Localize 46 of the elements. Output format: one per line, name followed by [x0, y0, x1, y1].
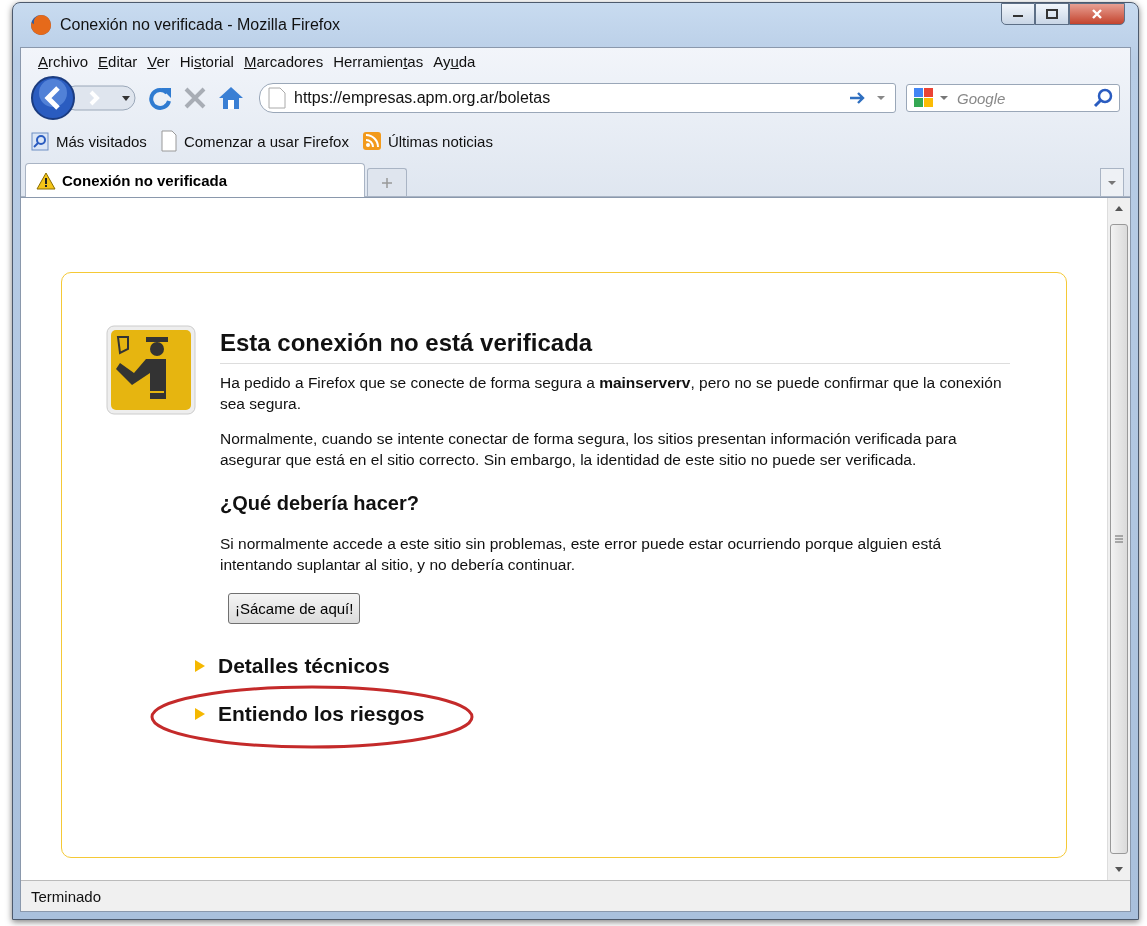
menu-item[interactable]: Historial — [174, 52, 239, 70]
paragraph: Normalmente, cuando se intente conectar de forma segura, los sitios presentan información verificada para asegurar que está en el sitio correcto. Sin embargo, la identidad de este sitio no puede ser verificada. — [220, 429, 958, 470]
bookmark-link[interactable]: Más visitados — [56, 132, 147, 150]
get-me-out-button[interactable]: ¡Sácame de aquí! — [228, 593, 361, 624]
menu-item[interactable]: Ver — [142, 52, 175, 70]
go-arrow-icon[interactable] — [849, 91, 867, 105]
minimize-button[interactable] — [1001, 3, 1035, 25]
search-page-icon — [31, 131, 49, 151]
section-heading: ¿Qué debería hacer? — [220, 492, 420, 515]
scrollbar[interactable] — [1107, 198, 1130, 880]
grip-icon — [1114, 535, 1124, 543]
maximize-button[interactable] — [1035, 3, 1069, 25]
search-icon[interactable] — [1093, 88, 1113, 108]
home-icon[interactable] — [217, 85, 245, 111]
address-field[interactable]: https://empresas.apm.org.ar/boletas — [259, 83, 896, 113]
dropdown-caret-icon — [1107, 179, 1117, 186]
search-bar[interactable]: Google — [906, 84, 1120, 112]
maximize-icon — [1046, 9, 1058, 19]
status-text: Terminado — [31, 887, 102, 905]
plus-icon — [381, 176, 393, 189]
window-title: Conexión no verificada - Mozilla Firefox — [60, 16, 342, 34]
page-icon — [268, 87, 286, 109]
scrollbar-thumb[interactable] — [1110, 224, 1128, 854]
expander-link[interactable]: Detalles técnicos — [218, 654, 390, 678]
officer-icon — [106, 325, 196, 415]
paragraph: Ha pedido a Firefox que se conecte de forma segura a mainserverv, pero no se puede confirmar que la conexión sea segura. — [220, 373, 1003, 414]
reload-icon[interactable] — [147, 85, 173, 111]
rss-feed-icon — [362, 132, 381, 150]
menu-item[interactable]: Marcadores — [238, 52, 329, 70]
bookmark-link[interactable]: Últimas noticias — [387, 132, 493, 150]
bookmark-link[interactable]: Comenzar a usar Firefox — [183, 132, 349, 150]
firefox-logo-icon — [30, 14, 52, 36]
menu-item[interactable]: Ayuda — [428, 52, 481, 70]
close-icon — [1091, 9, 1103, 19]
browser-tab[interactable]: Conexión no verificada — [25, 163, 365, 197]
warning-icon — [36, 171, 56, 190]
back-forward-buttons-icon[interactable] — [29, 76, 137, 120]
close-button[interactable] — [1069, 3, 1125, 25]
menu-item[interactable]: Editar — [93, 52, 143, 70]
paragraph: Si normalmente accede a este sitio sin problemas, este error puede estar ocurriendo porque alguien está intentando suplantar al sitio, y no debería continuar. — [220, 534, 943, 575]
page-icon — [160, 130, 177, 152]
menu-item[interactable]: Archivo — [33, 52, 94, 70]
search-engine-icon[interactable] — [913, 87, 951, 109]
error-title: Esta conexión no está verificada — [220, 329, 1010, 364]
menu-item[interactable]: Herramientas — [328, 52, 429, 70]
dropdown-caret-icon[interactable] — [875, 94, 887, 102]
